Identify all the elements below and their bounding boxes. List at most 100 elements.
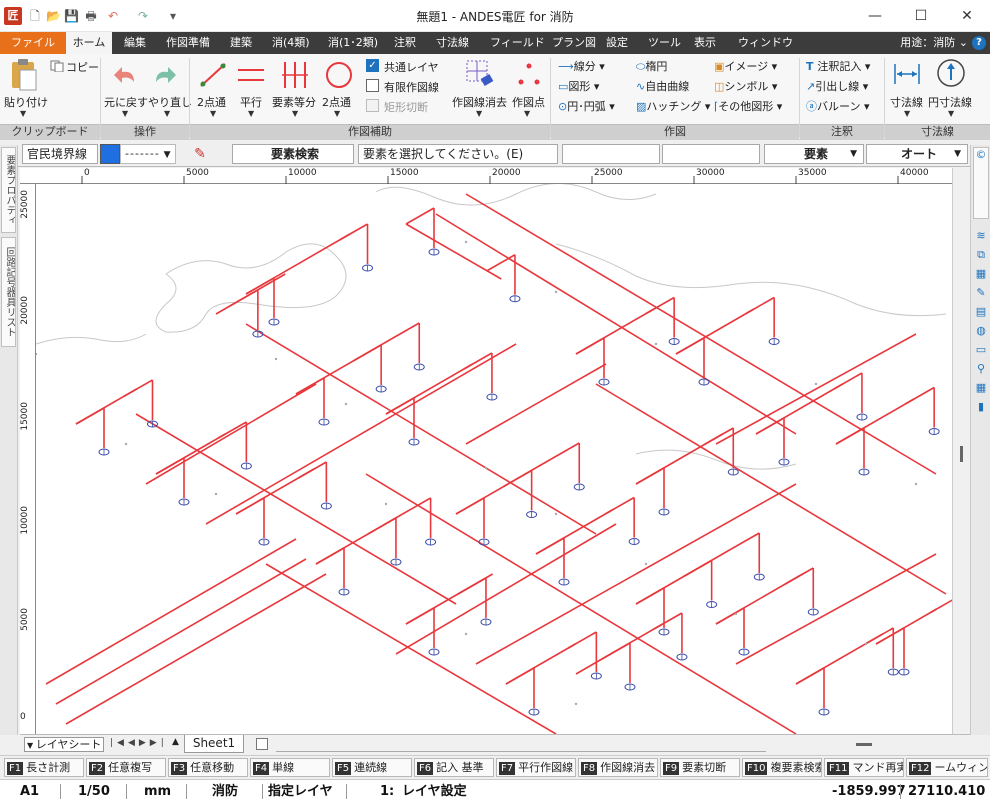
pen-icon[interactable]: ✎ [186,145,214,163]
sprinkler-head-icon[interactable] [318,418,330,426]
scroll-thumb[interactable] [960,446,963,462]
two-point-line-button[interactable]: 2点通 [197,94,226,110]
sprinkler-head-icon[interactable] [528,708,540,716]
dimension-line-icon[interactable] [892,60,922,88]
f11-button[interactable]: F11 マンド再実 [824,758,904,777]
tab-fire-4[interactable]: 消(4類) [272,32,310,54]
tab-architecture[interactable]: 建築 [230,32,252,54]
pipe-segment[interactable] [605,496,635,515]
pipe-segment[interactable] [390,322,420,340]
sprinkler-head-icon[interactable] [856,413,868,421]
tab-home[interactable]: ホーム [66,32,112,54]
equal-division-icon[interactable] [280,60,310,90]
sprinkler-head-icon[interactable] [413,363,425,371]
sprinkler-head-icon[interactable] [573,483,585,491]
feed-pipe[interactable] [45,538,297,685]
tab-tools[interactable]: ツール [648,32,681,54]
two-point-circle-button[interactable]: 2点通 [322,94,351,110]
globe-icon[interactable]: ◍ [974,324,988,338]
sheet-expand-icon[interactable]: ▲ [172,737,182,751]
pipe-segment[interactable] [795,667,825,685]
equal-division-dropdown-icon[interactable]: ▼ [292,109,298,118]
pipe-segment[interactable] [503,469,533,488]
ellipse-button[interactable]: ⬭楕円 [636,58,667,74]
sprinkler-head-icon[interactable] [146,420,158,428]
sprinkler-head-icon[interactable] [428,648,440,656]
line-segment-button[interactable]: ⟶線分 ▾ [558,58,605,74]
pipe-segment[interactable] [457,577,487,595]
tab-window[interactable]: ウィンドウ [738,32,793,54]
pipe-segment[interactable] [635,587,665,605]
sprinkler-head-icon[interactable] [698,378,710,386]
sprinkler-head-icon[interactable] [898,668,910,676]
copy-button[interactable]: コピー [66,59,99,75]
pipe-segment[interactable] [715,607,745,625]
palette-icon[interactable]: ▤ [974,305,988,319]
pipe-segment[interactable] [905,386,935,405]
f2-button[interactable]: F2 任意複写 [86,758,166,777]
aux-point-button[interactable]: 作図点 [512,94,545,110]
sprinkler-head-icon[interactable] [928,428,940,435]
tab-dimension[interactable]: 寸法線 [436,32,469,54]
sprinkler-head-icon[interactable] [658,508,670,516]
tab-fire-1-2[interactable]: 消(1･2類) [328,32,378,54]
horizontal-scrollbar[interactable] [276,751,766,752]
tab-view[interactable]: 表示 [694,32,716,54]
undo-icon[interactable]: ↶ [106,9,120,23]
f7-button[interactable]: F7 平行作図線 [496,758,576,777]
cad-drawing[interactable] [36,184,952,734]
circle-dimension-icon[interactable] [936,58,966,88]
feed-pipe[interactable] [395,523,617,655]
main-pipe[interactable] [265,563,557,734]
undo-large-icon[interactable] [112,64,140,88]
paste-dropdown-icon[interactable]: ▼ [20,109,26,118]
pipe-segment[interactable] [405,607,435,625]
sprinkler-head-icon[interactable] [807,608,819,616]
tab-plan[interactable]: プラン図 [552,32,596,54]
magnifier-icon[interactable]: ⚲ [974,362,988,376]
sprinkler-head-icon[interactable] [268,318,280,326]
sprinkler-head-icon[interactable] [768,338,780,345]
symbol-button[interactable]: ◫シンボル ▾ [714,78,777,94]
circle-dimension-dropdown-icon[interactable]: ▼ [948,109,954,118]
sprinkler-head-icon[interactable] [598,378,610,386]
new-file-icon[interactable]: 🗋 [28,9,42,23]
sprinkler-head-icon[interactable] [320,502,332,510]
main-pipe[interactable] [465,193,937,475]
pipe-segment[interactable] [455,497,485,515]
sprinkler-head-icon[interactable] [486,393,498,401]
paste-icon[interactable] [8,58,40,92]
sprinkler-head-icon[interactable] [390,558,402,566]
customize-icon[interactable]: ▾ [166,9,180,23]
sprinkler-head-icon[interactable] [706,601,718,608]
pipe-segment[interactable] [653,612,683,630]
undo-button[interactable]: 元に戻す [104,94,148,110]
sprinkler-head-icon[interactable] [478,538,490,546]
table-icon[interactable]: ▦ [974,267,988,281]
main-pipe[interactable] [435,213,797,435]
aux-point-dropdown-icon[interactable]: ▼ [524,109,530,118]
sprinkler-head-icon[interactable] [178,498,190,506]
erase-aux-dropdown-icon[interactable]: ▼ [476,109,482,118]
sprinkler-head-icon[interactable] [658,628,670,636]
sprinkler-head-icon[interactable] [676,653,688,661]
circle-dimension-button[interactable]: 円寸法線 [928,94,972,110]
feed-pipe[interactable] [735,553,937,665]
pipe-segment[interactable] [645,296,675,315]
redo-large-icon[interactable] [150,64,178,88]
filter-select[interactable]: 要素 ▼ [764,144,864,164]
sheet-tab[interactable]: Sheet1 [184,735,244,753]
pipe-segment[interactable] [505,667,535,685]
sprinkler-head-icon[interactable] [480,618,492,626]
tab-settings[interactable]: 設定 [606,32,628,54]
sprinkler-head-icon[interactable] [887,668,899,676]
parallel-dropdown-icon[interactable]: ▼ [248,109,254,118]
command-tab[interactable]: © [973,147,989,219]
feed-pipe[interactable] [205,343,517,525]
pipe-segment[interactable] [833,372,863,390]
pipe-segment[interactable] [683,559,713,578]
feed-pipe[interactable] [145,383,317,485]
dimension-dropdown-icon[interactable]: ▼ [904,109,910,118]
dimension-line-button[interactable]: 寸法線 [890,94,923,110]
sprinkler-head-icon[interactable] [753,573,765,581]
